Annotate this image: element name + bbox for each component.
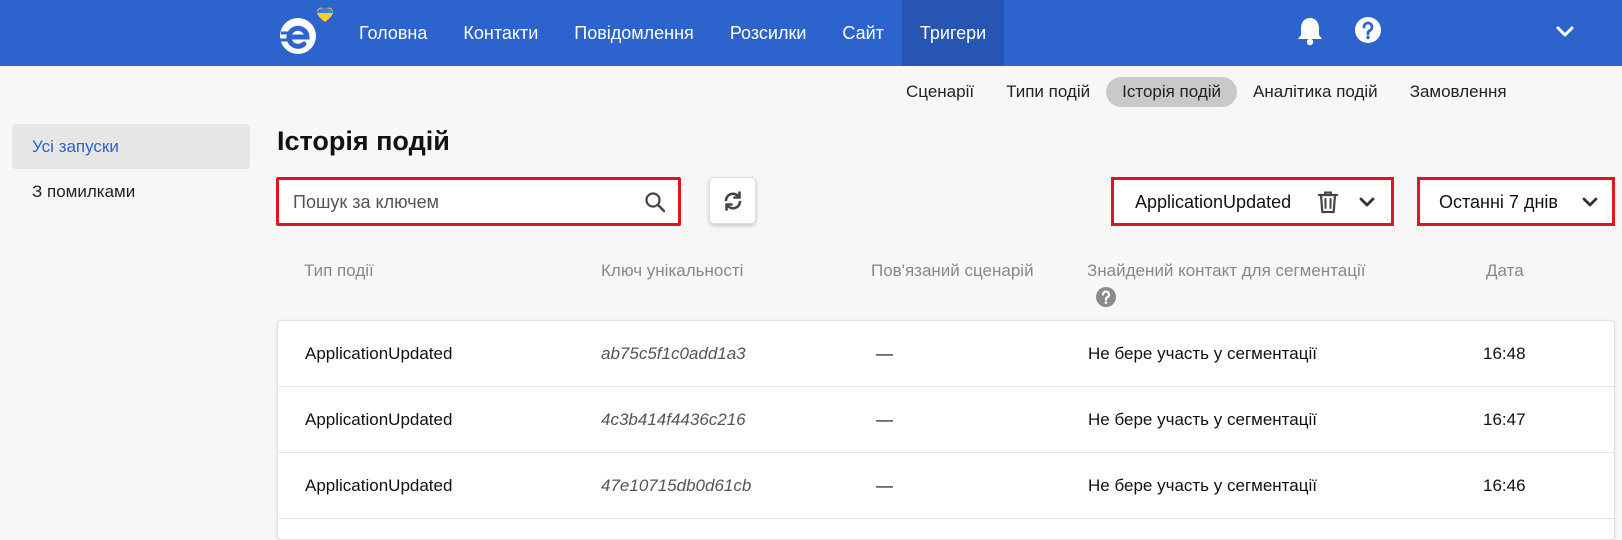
- cell-scenario: —: [876, 344, 893, 363]
- page-title: Історія подій: [277, 126, 450, 156]
- column-header-event-type: Тип події: [304, 261, 374, 280]
- bell-icon[interactable]: [1295, 15, 1325, 47]
- chevron-down-icon[interactable]: [1581, 194, 1599, 210]
- cell-date: 16:46: [1483, 476, 1526, 495]
- help-icon[interactable]: [1095, 286, 1117, 308]
- top-navbar: Головна Контакти Повідомлення Розсилки С…: [0, 0, 1622, 66]
- nav-item-messages[interactable]: Повідомлення: [556, 0, 712, 66]
- nav-item-home[interactable]: Головна: [341, 0, 445, 66]
- nav-item-site[interactable]: Сайт: [824, 0, 902, 66]
- nav-item-contacts[interactable]: Контакти: [445, 0, 556, 66]
- search-box: [276, 177, 681, 226]
- main-nav: Головна Контакти Повідомлення Розсилки С…: [341, 0, 1005, 66]
- search-icon[interactable]: [644, 191, 666, 213]
- tab-scenarios[interactable]: Сценарії: [890, 77, 990, 107]
- cell-key: 47e10715db0d61cb: [601, 476, 752, 495]
- cell-contact: Не бере участь у сегментації: [1088, 344, 1317, 363]
- cell-event-type: ApplicationUpdated: [305, 410, 453, 429]
- sub-nav: Сценарії Типи подій Історія подій Аналіт…: [890, 77, 1523, 107]
- cell-contact: Не бере участь у сегментації: [1088, 476, 1317, 495]
- cell-scenario: —: [876, 410, 893, 429]
- cell-event-type: ApplicationUpdated: [305, 344, 453, 363]
- table-row[interactable]: ApplicationUpdated ab75c5f1c0add1a3 — Не…: [278, 321, 1614, 387]
- events-table: ApplicationUpdated ab75c5f1c0add1a3 — Не…: [277, 320, 1615, 540]
- chevron-down-icon[interactable]: [1358, 194, 1376, 210]
- trash-icon[interactable]: [1316, 189, 1340, 215]
- event-type-filter-value: ApplicationUpdated: [1135, 192, 1292, 212]
- period-filter[interactable]: Останні 7 днів: [1417, 177, 1615, 226]
- search-input[interactable]: [293, 190, 633, 214]
- refresh-button[interactable]: [709, 177, 756, 224]
- column-header-contact: Знайдений контакт для сегментації: [1087, 261, 1366, 280]
- column-header-date: Дата: [1486, 261, 1524, 280]
- sidebar-item-with-errors[interactable]: З помилками: [12, 169, 250, 214]
- tab-event-types[interactable]: Типи подій: [990, 77, 1106, 107]
- cell-event-type: ApplicationUpdated: [305, 476, 453, 495]
- nav-item-mailings[interactable]: Розсилки: [712, 0, 825, 66]
- table-row[interactable]: ApplicationUpdated 4c3b414f4436c216 — Не…: [278, 387, 1614, 453]
- tab-event-analytics[interactable]: Аналітика подій: [1237, 77, 1394, 107]
- cell-key: ab75c5f1c0add1a3: [601, 344, 746, 363]
- chevron-down-icon[interactable]: [1553, 21, 1577, 41]
- sidebar-item-all-runs[interactable]: Усі запуски: [12, 124, 250, 169]
- tab-event-history[interactable]: Історія подій: [1106, 77, 1238, 107]
- refresh-icon: [724, 191, 742, 211]
- cell-date: 16:47: [1483, 410, 1526, 429]
- table-row[interactable]: ApplicationUpdated 47e10715db0d61cb — Не…: [278, 453, 1614, 519]
- cell-scenario: —: [876, 476, 893, 495]
- column-header-scenario: Пов'язаний сценарій: [871, 261, 1034, 280]
- sidebar: Усі запуски З помилками: [12, 124, 250, 214]
- cell-key: 4c3b414f4436c216: [601, 410, 746, 429]
- cell-date: 16:48: [1483, 344, 1526, 363]
- help-icon[interactable]: [1354, 16, 1382, 44]
- tab-orders[interactable]: Замовлення: [1394, 77, 1523, 107]
- cell-contact: Не бере участь у сегментації: [1088, 410, 1317, 429]
- event-type-filter[interactable]: ApplicationUpdated: [1111, 177, 1394, 226]
- nav-item-triggers[interactable]: Тригери: [901, 0, 1005, 66]
- logo-icon[interactable]: [275, 7, 341, 59]
- column-header-key: Ключ унікальності: [601, 261, 744, 280]
- period-filter-value: Останні 7 днів: [1439, 192, 1558, 212]
